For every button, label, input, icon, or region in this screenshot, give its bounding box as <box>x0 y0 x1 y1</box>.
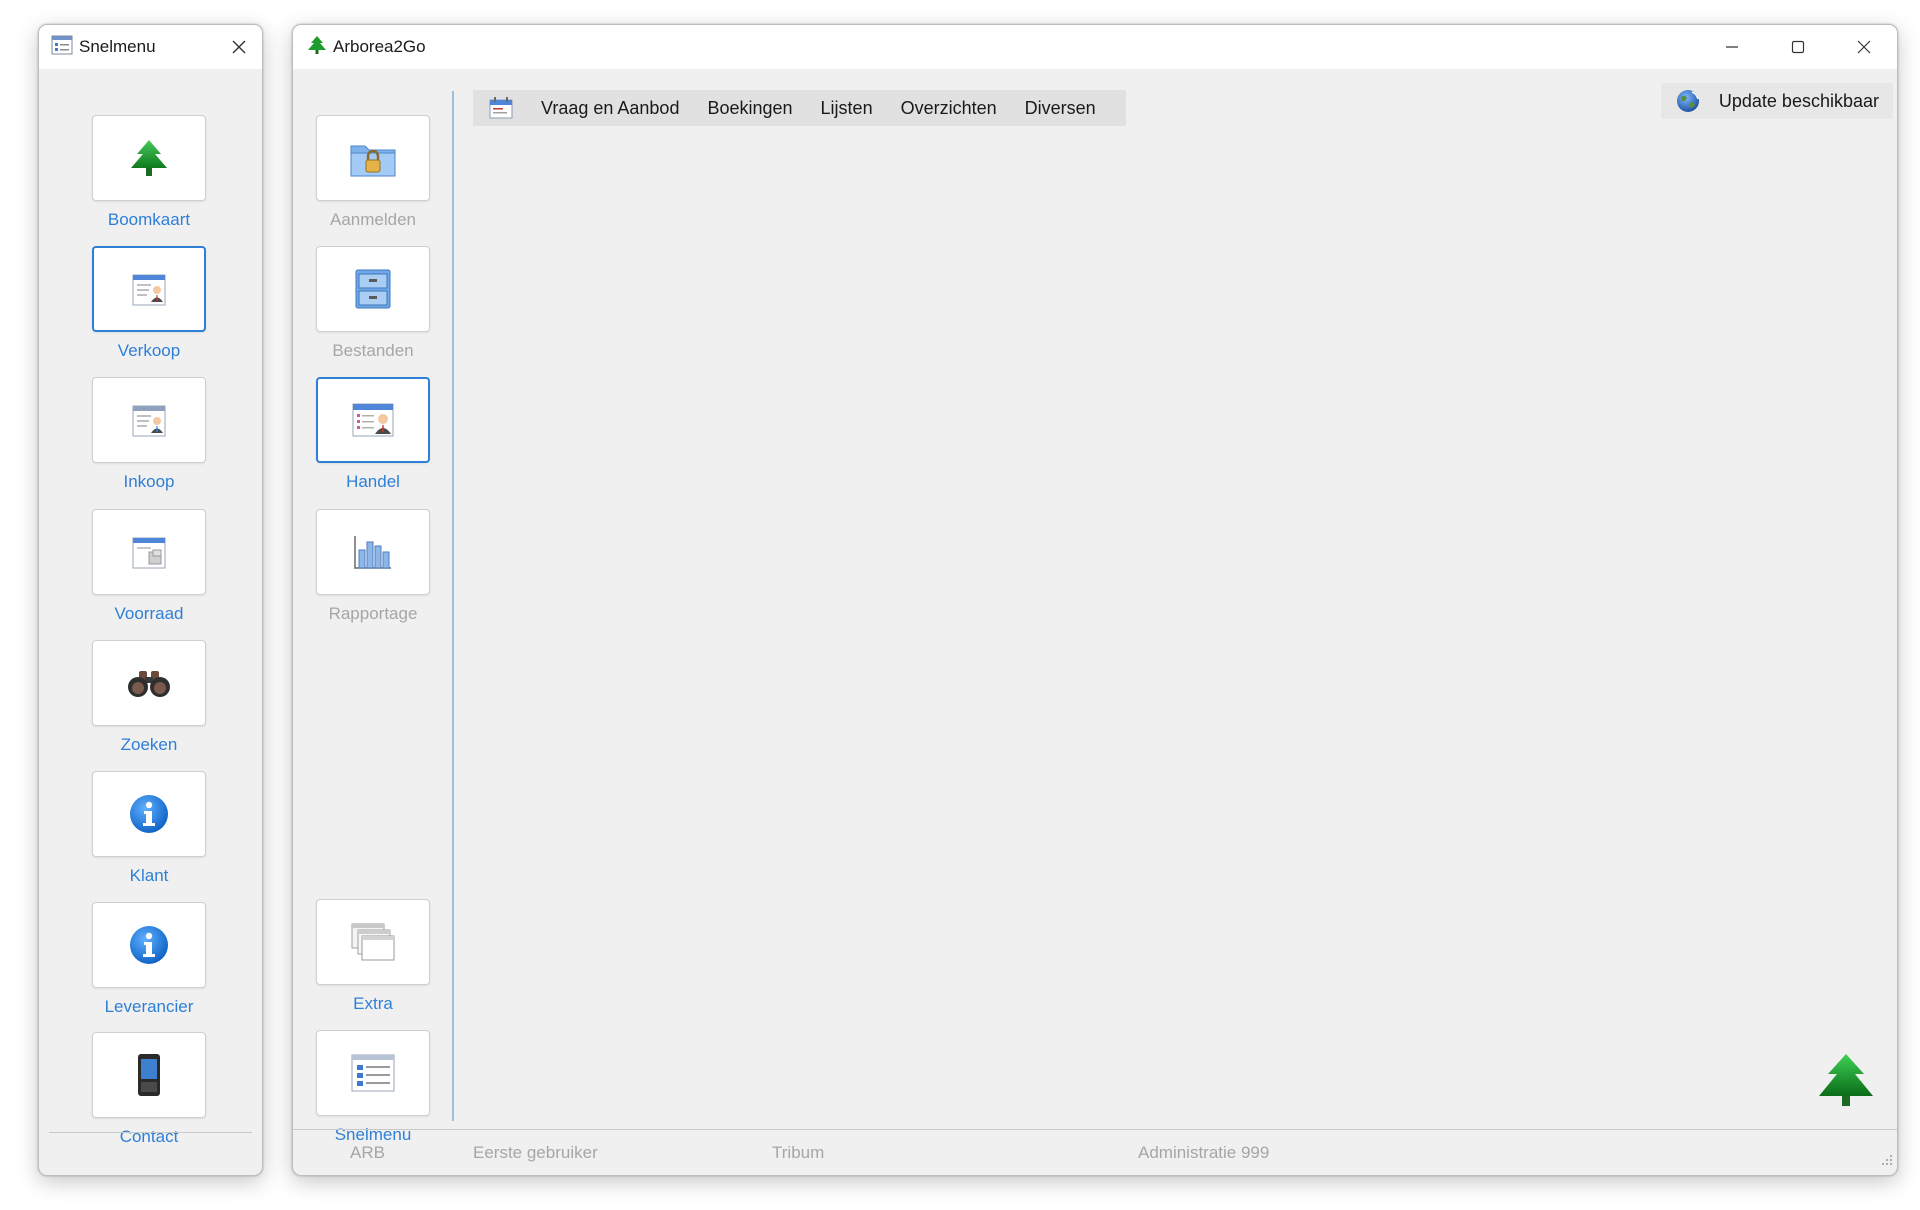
tile-label: Aanmelden <box>293 211 453 228</box>
snelmenu-item-inkoop[interactable]: Inkoop <box>69 377 229 490</box>
contact-tile[interactable] <box>92 1032 206 1118</box>
tile-label: Boomkaart <box>69 211 229 228</box>
mobile-phone-icon <box>135 1053 163 1097</box>
snelmenu-title: Snelmenu <box>79 37 156 57</box>
maximize-icon <box>1791 40 1805 54</box>
divider <box>49 1132 252 1133</box>
menu-boekingen[interactable]: Boekingen <box>693 90 806 126</box>
menu-diversen[interactable]: Diversen <box>1011 90 1110 126</box>
quick-menu-icon <box>350 1053 396 1093</box>
quick-menu-icon <box>51 35 73 60</box>
window-controls <box>1699 25 1897 69</box>
tile-label: Extra <box>293 995 453 1012</box>
close-button[interactable] <box>226 34 252 60</box>
snelmenu-item-boomkaart[interactable]: Boomkaart <box>69 115 229 228</box>
calendar-menu-icon[interactable] <box>487 95 515 121</box>
leverancier-tile[interactable] <box>92 902 206 988</box>
tree-icon <box>127 138 171 178</box>
trade-document-icon <box>351 400 395 440</box>
tile-label: Klant <box>69 867 229 884</box>
update-available-button[interactable]: Update beschikbaar <box>1661 83 1893 119</box>
status-administration: Administratie 999 <box>1138 1143 1269 1163</box>
app-tree-icon <box>307 35 327 60</box>
tile-label: Voorraad <box>69 605 229 622</box>
close-button[interactable] <box>1831 25 1897 69</box>
nav-item-aanmelden[interactable]: Aanmelden <box>293 115 453 228</box>
purchase-document-icon <box>129 400 169 440</box>
tile-label: Bestanden <box>293 342 453 359</box>
file-cabinet-icon <box>353 268 393 310</box>
main-window: Arborea2Go Aanmelde <box>292 24 1898 1176</box>
nav-item-rapportage[interactable]: Rapportage <box>293 509 453 622</box>
status-code: ARB <box>350 1143 385 1163</box>
main-nav: Aanmelden Bestanden <box>293 69 453 1129</box>
status-bar: ARB Eerste gebruiker Tribum Administrati… <box>293 1129 1897 1175</box>
nav-divider <box>452 91 454 1121</box>
snelmenu-item-zoeken[interactable]: Zoeken <box>69 640 229 753</box>
tile-label: Zoeken <box>69 736 229 753</box>
close-icon <box>1857 40 1871 54</box>
bestanden-tile[interactable] <box>316 246 430 332</box>
windows-stack-icon <box>350 922 396 962</box>
sales-document-icon <box>129 269 169 309</box>
inventory-icon <box>129 532 169 572</box>
nav-item-bestanden[interactable]: Bestanden <box>293 246 453 359</box>
tile-label: Handel <box>293 473 453 490</box>
nav-item-extra[interactable]: Extra <box>293 899 453 1012</box>
close-icon <box>232 40 246 54</box>
maximize-button[interactable] <box>1765 25 1831 69</box>
minimize-icon <box>1725 40 1739 54</box>
menu-vraag-en-aanbod[interactable]: Vraag en Aanbod <box>527 90 693 126</box>
app-title: Arborea2Go <box>333 37 426 57</box>
zoeken-tile[interactable] <box>92 640 206 726</box>
klant-tile[interactable] <box>92 771 206 857</box>
snelmenu-item-klant[interactable]: Klant <box>69 771 229 884</box>
minimize-button[interactable] <box>1699 25 1765 69</box>
tile-label: Contact <box>69 1128 229 1145</box>
aanmelden-tile[interactable] <box>316 115 430 201</box>
verkoop-tile[interactable] <box>92 246 206 332</box>
tree-logo-icon <box>1815 1052 1877 1113</box>
bar-chart-icon <box>351 532 395 572</box>
handel-tile[interactable] <box>316 377 430 463</box>
binoculars-icon <box>125 667 173 699</box>
info-icon <box>128 793 170 835</box>
menu-overzichten[interactable]: Overzichten <box>887 90 1011 126</box>
resize-grip-icon[interactable] <box>1879 1151 1893 1171</box>
snelmenu-window: Snelmenu Boomkaart <box>38 24 263 1176</box>
voorraad-tile[interactable] <box>92 509 206 595</box>
nav-item-handel[interactable]: Handel <box>293 377 453 490</box>
tile-label: Leverancier <box>69 998 229 1015</box>
update-label: Update beschikbaar <box>1719 91 1879 112</box>
status-company: Tribum <box>772 1143 824 1163</box>
snelmenu-tile[interactable] <box>316 1030 430 1116</box>
tile-label: Rapportage <box>293 605 453 622</box>
main-titlebar: Arborea2Go <box>293 25 1897 69</box>
lock-folder-icon <box>349 138 397 178</box>
inkoop-tile[interactable] <box>92 377 206 463</box>
globe-update-icon <box>1675 88 1701 114</box>
tile-label: Inkoop <box>69 473 229 490</box>
snelmenu-titlebar: Snelmenu <box>39 25 262 69</box>
nav-item-snelmenu[interactable]: Snelmenu <box>293 1030 453 1143</box>
snelmenu-item-contact[interactable]: Contact <box>69 1032 229 1145</box>
main-menubar: Vraag en Aanbod Boekingen Lijsten Overzi… <box>473 90 1126 126</box>
snelmenu-item-voorraad[interactable]: Voorraad <box>69 509 229 622</box>
snelmenu-item-verkoop[interactable]: Verkoop <box>69 246 229 359</box>
snelmenu-item-leverancier[interactable]: Leverancier <box>69 902 229 1015</box>
boomkaart-tile[interactable] <box>92 115 206 201</box>
menu-lijsten[interactable]: Lijsten <box>807 90 887 126</box>
tile-label: Verkoop <box>69 342 229 359</box>
extra-tile[interactable] <box>316 899 430 985</box>
status-user: Eerste gebruiker <box>473 1143 598 1163</box>
rapportage-tile[interactable] <box>316 509 430 595</box>
info-icon <box>128 924 170 966</box>
